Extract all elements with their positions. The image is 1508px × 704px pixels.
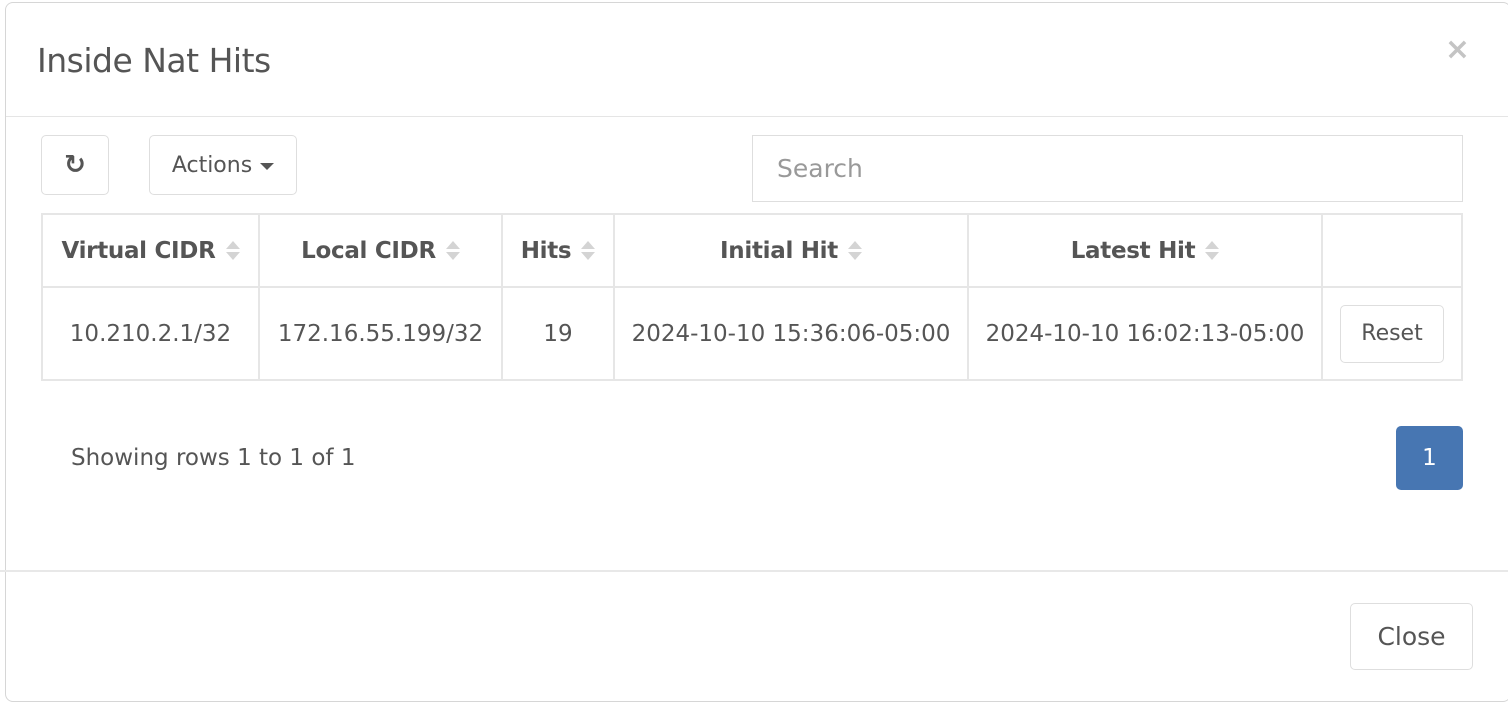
column-header-initial-hit[interactable]: Initial Hit (613, 213, 969, 288)
refresh-icon: ↻ (64, 150, 86, 180)
column-label: Virtual CIDR (61, 237, 216, 264)
page-1-button[interactable]: 1 (1396, 426, 1463, 490)
reset-button[interactable]: Reset (1340, 304, 1444, 363)
column-label: Local CIDR (301, 237, 436, 264)
sort-icon (445, 240, 460, 262)
column-header-latest-hit[interactable]: Latest Hit (967, 213, 1323, 288)
column-label: Hits (520, 237, 572, 264)
table-row: 10.210.2.1/32 172.16.55.199/32 19 2024-1… (41, 286, 1463, 381)
column-label: Initial Hit (720, 237, 838, 264)
actions-dropdown-button[interactable]: Actions (149, 135, 297, 195)
close-button[interactable]: Close (1350, 603, 1473, 670)
search-input[interactable] (752, 135, 1463, 202)
column-header-hits[interactable]: Hits (501, 213, 615, 288)
table-header-row: Virtual CIDR Local CIDR Hits Initial Hit… (41, 213, 1463, 288)
cell-actions: Reset (1321, 286, 1463, 381)
cell-virtual-cidr: 10.210.2.1/32 (41, 286, 260, 381)
sort-icon (581, 240, 596, 262)
cell-hits: 19 (501, 286, 615, 381)
modal-title: Inside Nat Hits (37, 41, 271, 80)
column-header-local-cidr[interactable]: Local CIDR (258, 213, 503, 288)
cell-latest-hit: 2024-10-10 16:02:13-05:00 (967, 286, 1323, 381)
cell-local-cidr: 172.16.55.199/32 (258, 286, 503, 381)
modal-header: Inside Nat Hits × (6, 3, 1508, 117)
actions-label: Actions (171, 152, 253, 178)
cell-initial-hit: 2024-10-10 15:36:06-05:00 (613, 286, 969, 381)
refresh-button[interactable]: ↻ (41, 135, 109, 195)
sort-icon (225, 240, 240, 262)
nat-hits-table: Virtual CIDR Local CIDR Hits Initial Hit… (41, 213, 1463, 381)
column-label: Latest Hit (1070, 237, 1196, 264)
sort-icon (1205, 240, 1220, 262)
caret-down-icon (260, 163, 275, 170)
pagination-summary: Showing rows 1 to 1 of 1 (71, 445, 356, 471)
column-header-virtual-cidr[interactable]: Virtual CIDR (41, 213, 260, 288)
sort-icon (847, 240, 862, 262)
footer-divider (0, 570, 1508, 572)
column-header-actions (1321, 213, 1463, 288)
close-icon[interactable]: × (1445, 35, 1470, 65)
